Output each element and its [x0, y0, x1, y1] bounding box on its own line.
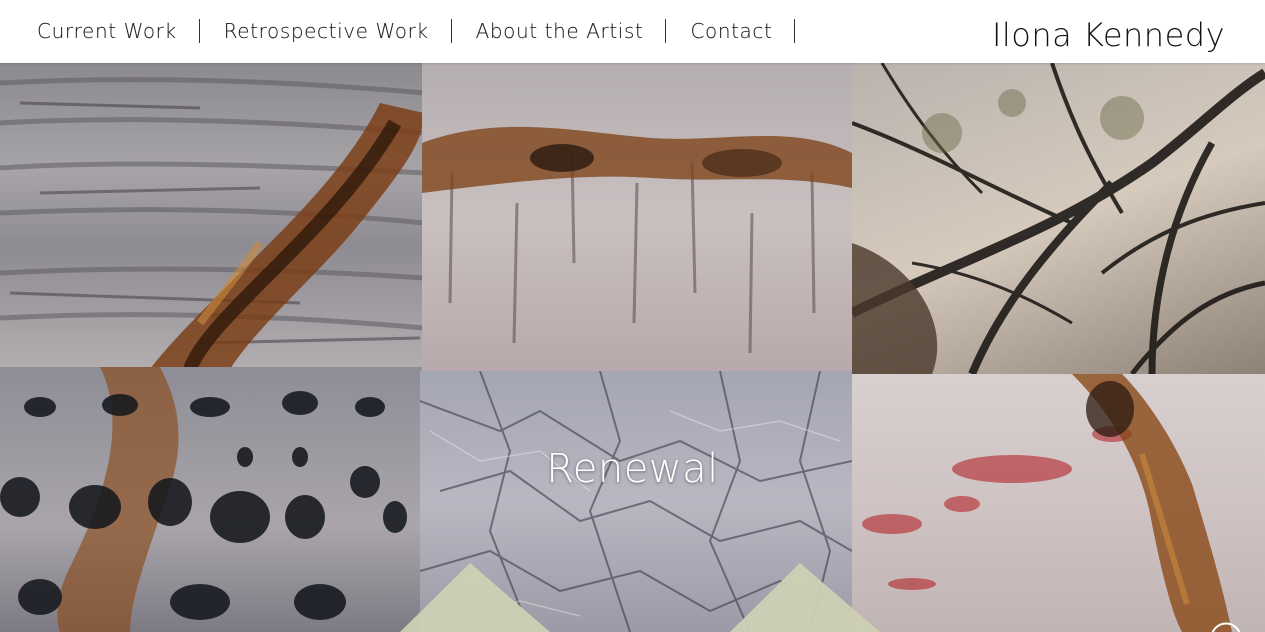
- nav-item-about-the-artist[interactable]: About the Artist: [452, 19, 667, 43]
- page: Current Work Retrospective Work About th…: [0, 0, 1265, 632]
- paper-shape-decoration: [400, 563, 880, 632]
- hero-title: Renewal: [546, 446, 719, 492]
- site-header: Current Work Retrospective Work About th…: [0, 0, 1265, 63]
- artwork-holes-texture-tile: [0, 367, 422, 632]
- artwork-birch-bark-tile: [422, 63, 852, 373]
- chevron-down-circle-icon: [1211, 622, 1241, 632]
- site-title[interactable]: Ilona Kennedy: [992, 16, 1225, 54]
- artwork-red-rust-tile: [852, 374, 1265, 632]
- hero-banner: Renewal: [0, 63, 1265, 632]
- scroll-down-button[interactable]: [1210, 622, 1242, 632]
- nav-item-contact[interactable]: Contact: [666, 19, 796, 43]
- nav-item-current-work[interactable]: Current Work: [13, 19, 200, 43]
- nav-item-retrospective-work[interactable]: Retrospective Work: [200, 19, 452, 43]
- artwork-rust-streak-tile: [0, 63, 424, 369]
- artwork-tree-branches-tile: [852, 63, 1265, 374]
- main-nav: Current Work Retrospective Work About th…: [13, 19, 796, 43]
